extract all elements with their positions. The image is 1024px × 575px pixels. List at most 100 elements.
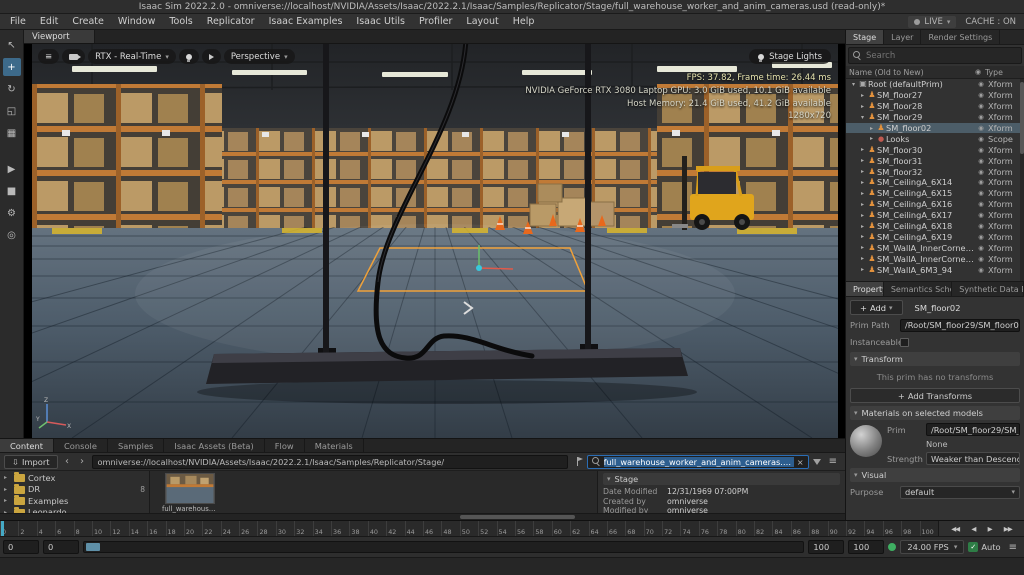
transform-section-header[interactable]: ▾ Transform xyxy=(850,352,1020,366)
stage-tree-row[interactable]: ▸ SM_WallA_InnerCorner1 ◉ Xform xyxy=(846,242,1024,253)
menu-item[interactable]: Window xyxy=(111,16,162,27)
stage-tree-row[interactable]: ▸ SM_CeilingA_6X17 ◉ Xform xyxy=(846,210,1024,221)
timeline-scrubber[interactable] xyxy=(83,541,805,553)
stage-tree-row[interactable]: ▸ SM_WallA_6M3_94 ◉ Xform xyxy=(846,264,1024,275)
instanceable-checkbox[interactable] xyxy=(900,337,909,347)
view-options-icon[interactable]: ≡ xyxy=(825,456,841,467)
visibility-eye-icon[interactable]: ◉ xyxy=(974,91,988,99)
material-prim-field[interactable]: /Root/SM_floor29/SM_floor02 xyxy=(926,423,1020,436)
expander-icon[interactable]: ▸ xyxy=(858,179,867,186)
expander-icon[interactable]: ▸ xyxy=(858,146,867,153)
property-panel-tab[interactable]: Property xyxy=(846,282,884,296)
start-frame-field[interactable]: 0 xyxy=(3,540,39,554)
stage-tree-row[interactable]: ▸ Looks ◉ Scope xyxy=(846,133,1024,144)
visibility-eye-icon[interactable]: ◉ xyxy=(974,102,988,110)
visibility-eye-icon[interactable]: ◉ xyxy=(974,80,988,88)
content-browser-tab[interactable]: Materials xyxy=(305,439,364,452)
content-search-input[interactable]: full_warehouse_worker_and_anim_cameras.u… xyxy=(586,454,809,469)
stage-tree-row[interactable]: ▸ SM_floor30 ◉ Xform xyxy=(846,144,1024,155)
audio-icon[interactable] xyxy=(201,49,221,64)
stage-lights-button[interactable]: Stage Lights xyxy=(749,49,831,64)
stage-tree-row[interactable]: ▾ Root (defaultPrim) ◉ Xform xyxy=(846,79,1024,90)
stage-tree-row[interactable]: ▸ SM_CeilingA_6X15 ◉ Xform xyxy=(846,188,1024,199)
menu-item[interactable]: Edit xyxy=(33,16,65,27)
expander-icon[interactable]: ▸ xyxy=(858,244,867,251)
play-button[interactable]: ▶ xyxy=(3,160,21,178)
folder-row[interactable]: ▸ Cortex xyxy=(0,472,149,484)
cache-indicator[interactable]: CACHE : ON xyxy=(965,17,1016,27)
add-property-button[interactable]: + Add ▾ xyxy=(850,300,903,315)
expander-icon[interactable]: ▸ xyxy=(867,125,876,132)
expander-icon[interactable]: ▸ xyxy=(858,223,867,230)
expander-icon[interactable]: ▸ xyxy=(858,168,867,175)
expander-icon[interactable]: ▾ xyxy=(858,114,867,121)
expander-icon[interactable]: ▸ xyxy=(4,474,11,481)
bookmark-flag-icon[interactable] xyxy=(576,457,583,466)
live-indicator[interactable]: LIVE ▾ xyxy=(908,15,957,28)
expander-icon[interactable]: ▾ xyxy=(849,81,858,88)
stage-tree-row[interactable]: ▸ SM_floor27 ◉ Xform xyxy=(846,90,1024,101)
menu-item[interactable]: Tools xyxy=(162,16,199,27)
stage-tree-row[interactable]: ▸ SM_floor32 ◉ Xform xyxy=(846,166,1024,177)
stage-panel-tab[interactable]: Render Settings xyxy=(921,30,1001,44)
stage-tree-row[interactable]: ▾ SM_floor29 ◉ Xform xyxy=(846,112,1024,123)
filter-icon[interactable] xyxy=(812,458,821,465)
visibility-eye-icon[interactable]: ◉ xyxy=(974,200,988,208)
visibility-eye-icon[interactable]: ◉ xyxy=(974,113,988,121)
expander-icon[interactable]: ▸ xyxy=(4,497,11,504)
playhead[interactable] xyxy=(1,521,4,536)
visibility-eye-icon[interactable]: ◉ xyxy=(974,233,988,241)
stage-tree-row[interactable]: ▸ SM_CeilingA_6X18 ◉ Xform xyxy=(846,221,1024,232)
visibility-eye-icon[interactable]: ◉ xyxy=(974,222,988,230)
viewport-tab[interactable]: Viewport xyxy=(24,30,95,43)
tree-scrollbar-thumb[interactable] xyxy=(1020,82,1024,154)
move-tool[interactable]: + xyxy=(2,58,21,76)
lighting-icon[interactable] xyxy=(178,49,199,64)
visual-section-header[interactable]: ▾ Visual xyxy=(850,468,1020,482)
menu-item[interactable]: Create xyxy=(65,16,111,27)
menu-item[interactable]: Layout xyxy=(459,16,505,27)
back-button[interactable]: ‹ xyxy=(62,456,73,467)
visibility-eye-icon[interactable]: ◉ xyxy=(974,211,988,219)
scrubber-handle[interactable] xyxy=(86,543,100,551)
expander-icon[interactable]: ▸ xyxy=(858,190,867,197)
details-section-header[interactable]: ▾ Stage xyxy=(603,473,840,485)
folder-row[interactable]: ▸ DR 8 xyxy=(0,483,149,496)
column-type-header[interactable]: Type xyxy=(985,68,1021,77)
content-browser-tab[interactable]: Flow xyxy=(265,439,305,452)
strength-select[interactable]: Weaker than Descendants ▾ xyxy=(926,452,1020,465)
camera-select[interactable]: Perspective ▾ xyxy=(223,49,295,64)
forward-button[interactable]: › xyxy=(77,456,88,467)
property-panel-tab[interactable]: Semantics Schem... xyxy=(884,282,953,296)
skip-to-end-button[interactable]: ▶▶ xyxy=(1004,525,1013,533)
path-breadcrumb[interactable]: omniverse://localhost/NVIDIA/Assets/Isaa… xyxy=(91,454,568,469)
menu-item[interactable]: Help xyxy=(506,16,542,27)
expander-icon[interactable]: ▸ xyxy=(858,233,867,240)
stage-tree-row[interactable]: ▸ SM_floor02 ◉ Xform xyxy=(846,122,1024,134)
visibility-eye-icon[interactable]: ◉ xyxy=(974,178,988,186)
menu-item[interactable]: Replicator xyxy=(200,16,262,27)
stage-tree-row[interactable]: ▸ SM_CeilingA_6X16 ◉ Xform xyxy=(846,199,1024,210)
visibility-eye-icon[interactable]: ◉ xyxy=(974,146,988,154)
visibility-eye-icon[interactable]: ◉ xyxy=(974,255,988,263)
stage-tree-row[interactable]: ▸ SM_floor31 ◉ Xform xyxy=(846,155,1024,166)
expander-icon[interactable]: ▸ xyxy=(858,103,867,110)
viewport-menu-icon[interactable]: ≡ xyxy=(38,49,60,64)
scale-tool[interactable]: ◱ xyxy=(3,102,21,120)
stage-tree-row[interactable]: ▸ SM_CeilingA_6X14 ◉ Xform xyxy=(846,177,1024,188)
end-frame-field[interactable]: 100 xyxy=(808,540,845,554)
tools-button[interactable]: ⚙ xyxy=(3,204,21,222)
column-name-header[interactable]: Name (Old to New) xyxy=(849,68,971,77)
expander-icon[interactable]: ▸ xyxy=(4,486,11,493)
materials-section-header[interactable]: ▾ Materials on selected models xyxy=(850,406,1020,420)
expander-icon[interactable]: ▸ xyxy=(858,92,867,99)
expander-icon[interactable]: ▸ xyxy=(858,266,867,273)
horizontal-scrollbar-thumb[interactable] xyxy=(460,515,575,519)
timeline-ruler[interactable]: 0 2 4 6 8 10 12 14 16 18 20 22 24 26 28 … xyxy=(0,521,1024,537)
visibility-eye-icon[interactable]: ◉ xyxy=(974,189,988,197)
range-end-field[interactable]: 100 xyxy=(848,540,885,554)
expander-icon[interactable]: ▸ xyxy=(858,255,867,262)
prim-path-field[interactable]: /Root/SM_floor29/SM_floor02 xyxy=(900,318,1020,332)
visibility-eye-icon[interactable]: ◉ xyxy=(974,266,988,274)
auto-toggle[interactable]: ✓ Auto xyxy=(968,542,1001,552)
